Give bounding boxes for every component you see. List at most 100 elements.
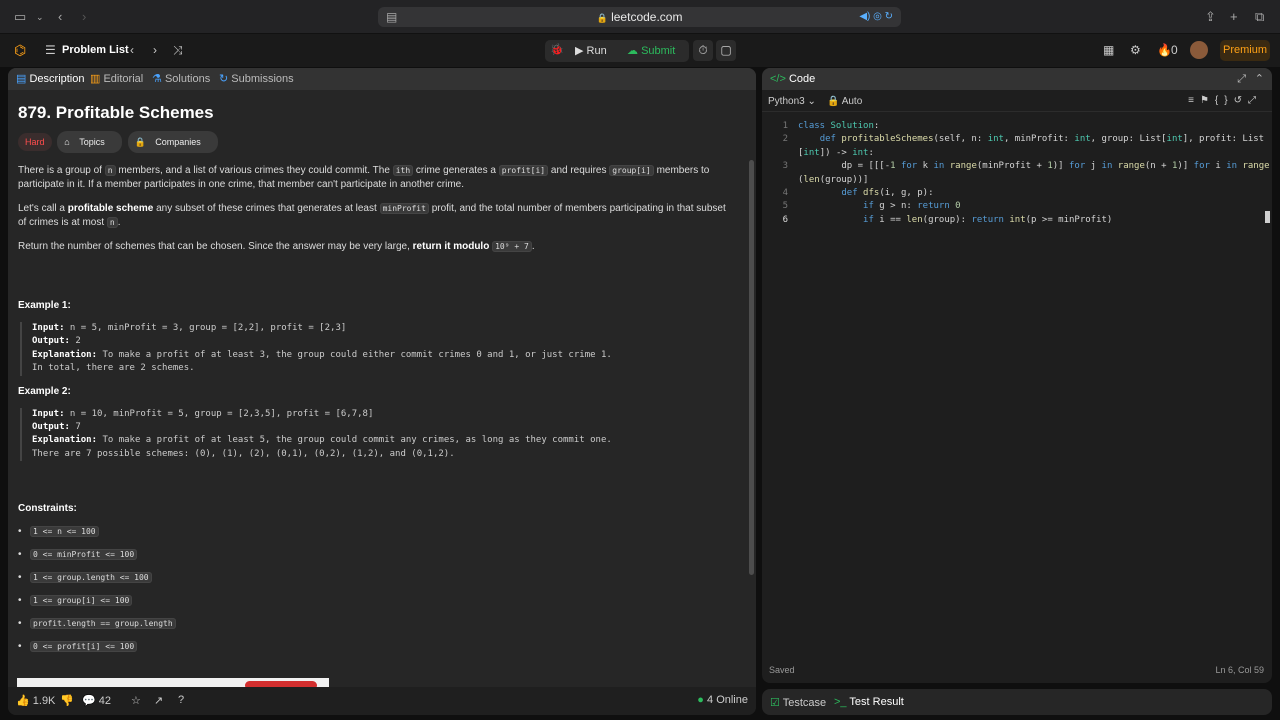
editor-actions[interactable]: ≡⚑{}↺⤢: [1188, 95, 1262, 106]
forward-icon[interactable]: ›: [82, 9, 86, 25]
scrollbar[interactable]: [749, 160, 754, 575]
constraints-list: 1 <= n <= 100 0 <= minProfit <= 100 1 <=…: [18, 525, 734, 654]
code-line: def dfs(i, g, p):: [841, 188, 934, 198]
prev-problem-icon[interactable]: ‹: [130, 40, 134, 61]
maximize-icon[interactable]: ⤢: [1237, 68, 1246, 90]
solutions-icon: ⚗: [152, 73, 162, 85]
p3c: .: [531, 241, 535, 252]
example-1-title: Example 1:: [18, 300, 71, 311]
p1pi: profit[i]: [498, 165, 549, 176]
p1gi: group[i]: [609, 165, 654, 176]
braces-icon[interactable]: {}: [1215, 95, 1234, 106]
online-count: 4 Online: [707, 694, 748, 706]
like-button[interactable]: 👍 1.9K: [16, 694, 55, 707]
constraints-title: Constraints:: [18, 503, 77, 515]
share-link-icon[interactable]: ↗: [154, 694, 163, 707]
audio-icon[interactable]: ◀) ◎ ↻: [859, 7, 893, 27]
auto-mode[interactable]: 🔒 Auto: [827, 96, 862, 107]
format-icon[interactable]: ≡: [1188, 95, 1200, 106]
description-icon: ▤: [16, 73, 27, 85]
likes-count: 1.9K: [32, 695, 56, 707]
p1n: n: [104, 165, 116, 176]
tab-submissions[interactable]: ↻ Submissions: [219, 68, 294, 90]
submit-button[interactable]: ☁ Submit: [627, 44, 675, 57]
problem-description: 879. Profitable Schemes Hard ⌂ Topics 🔒 …: [8, 90, 744, 715]
help-icon[interactable]: ?: [178, 694, 184, 706]
cursor-position: Ln 6, Col 59: [1215, 665, 1264, 675]
fire-icon[interactable]: 🔥: [1157, 40, 1172, 61]
line-number: 2: [782, 134, 788, 145]
next-problem-icon[interactable]: ›: [153, 40, 157, 61]
code-line: (len(group))]: [798, 174, 869, 185]
list-item: 1 <= group.length <= 100: [18, 571, 734, 585]
fullscreen-icon[interactable]: ⤢: [1248, 95, 1262, 106]
shuffle-icon[interactable]: ⤨: [173, 40, 183, 61]
code-token: len: [803, 174, 820, 185]
problem-tags: Hard ⌂ Topics 🔒 Companies: [18, 131, 734, 153]
example-2-block: Input: n = 10, minProfit = 5, group = [2…: [20, 407, 734, 462]
code-token: return: [917, 201, 950, 212]
list-item: 1 <= group[i] <= 100: [18, 594, 734, 608]
tab-test-result[interactable]: >_ Test Result: [834, 696, 904, 708]
code-token: int: [852, 147, 869, 158]
code-token: def: [841, 188, 858, 198]
new-tab-icon[interactable]: +: [1230, 9, 1238, 25]
ex1-input-label: Input:: [32, 323, 65, 333]
share-icon[interactable]: ⇪: [1205, 9, 1216, 25]
companies-label: Companies: [148, 133, 208, 151]
problem-list-link[interactable]: Problem List: [62, 40, 129, 61]
ex2-input: n = 10, minProfit = 5, group = [2,3,5], …: [64, 408, 374, 419]
tab-description[interactable]: ▤ Description: [16, 68, 85, 90]
tab-code[interactable]: </> Code: [770, 68, 815, 90]
tabs-overview-icon[interactable]: ⧉: [1255, 9, 1264, 25]
p1b: members, and a list of various crimes th…: [115, 165, 393, 176]
description-tabs: ▤ Description ▥ Editorial ⚗ Solutions ↻ …: [8, 68, 756, 90]
p3mod: 10⁹ + 7: [492, 241, 532, 252]
reset-icon[interactable]: ↺: [1234, 95, 1248, 106]
example-1-block: Input: n = 5, minProfit = 3, group = [2,…: [20, 322, 734, 376]
chevron-down-icon[interactable]: ⌄: [36, 9, 44, 25]
address-bar[interactable]: ▤ 🔒 leetcode.com ◀) ◎ ↻: [378, 7, 901, 27]
code-line: def profitableSchemes(self, n: int, minP…: [819, 134, 1265, 145]
list-item: 1 <= n <= 100: [18, 525, 734, 539]
sidebar-toggle-icon[interactable]: ▭: [14, 9, 26, 25]
collapse-icon[interactable]: ⌃: [1255, 68, 1264, 90]
run-button[interactable]: ▶ Run: [575, 44, 607, 57]
ex2-output: 7: [69, 422, 81, 433]
tab-solutions[interactable]: ⚗ Solutions: [152, 68, 210, 90]
topics-tag[interactable]: ⌂ Topics: [57, 131, 122, 153]
layout-icon[interactable]: ▦: [1103, 40, 1114, 61]
debug-icon[interactable]: 🐞: [550, 43, 564, 56]
auto-label: Auto: [841, 96, 863, 107]
line-number: 1: [782, 121, 788, 131]
leetcode-logo-icon[interactable]: ⌬: [14, 40, 26, 61]
p3b: return it modulo: [412, 241, 490, 252]
language-select[interactable]: Python3 ⌄: [768, 96, 816, 107]
checkbox-icon: ☑: [770, 697, 780, 709]
language-label: Python3: [768, 96, 805, 107]
code-token: dfs: [863, 188, 880, 198]
gear-icon[interactable]: ⚙: [1130, 40, 1141, 61]
page-settings-icon[interactable]: ▤: [386, 7, 397, 27]
scrollbar[interactable]: [1265, 211, 1270, 223]
timer-icon[interactable]: ⏱: [693, 40, 713, 61]
companies-tag[interactable]: 🔒 Companies: [127, 131, 218, 153]
star-icon[interactable]: ☆: [131, 694, 141, 707]
run-submit-group: 🐞 ▶ Run ☁ Submit: [545, 40, 689, 62]
back-icon[interactable]: ‹: [58, 9, 62, 25]
code-token: if: [863, 214, 874, 225]
tab-editorial[interactable]: ▥ Editorial: [90, 68, 143, 90]
notes-icon[interactable]: ▢: [716, 40, 736, 61]
bookmark-icon[interactable]: ⚑: [1200, 95, 1215, 106]
premium-button[interactable]: Premium: [1220, 40, 1270, 61]
streak-count: 0: [1171, 43, 1178, 57]
tab-testcase[interactable]: ☑ Testcase: [770, 696, 826, 709]
ex1-output: 2: [69, 336, 81, 347]
ex1-input: n = 5, minProfit = 3, group = [2,2], pro…: [64, 323, 347, 333]
comments-button[interactable]: 💬 42: [82, 694, 111, 707]
avatar[interactable]: [1190, 41, 1208, 59]
code-token: for: [1193, 161, 1210, 172]
dislike-icon[interactable]: 👎: [60, 694, 74, 707]
list-icon[interactable]: ☰: [45, 40, 56, 61]
code-token: int: [803, 147, 820, 158]
